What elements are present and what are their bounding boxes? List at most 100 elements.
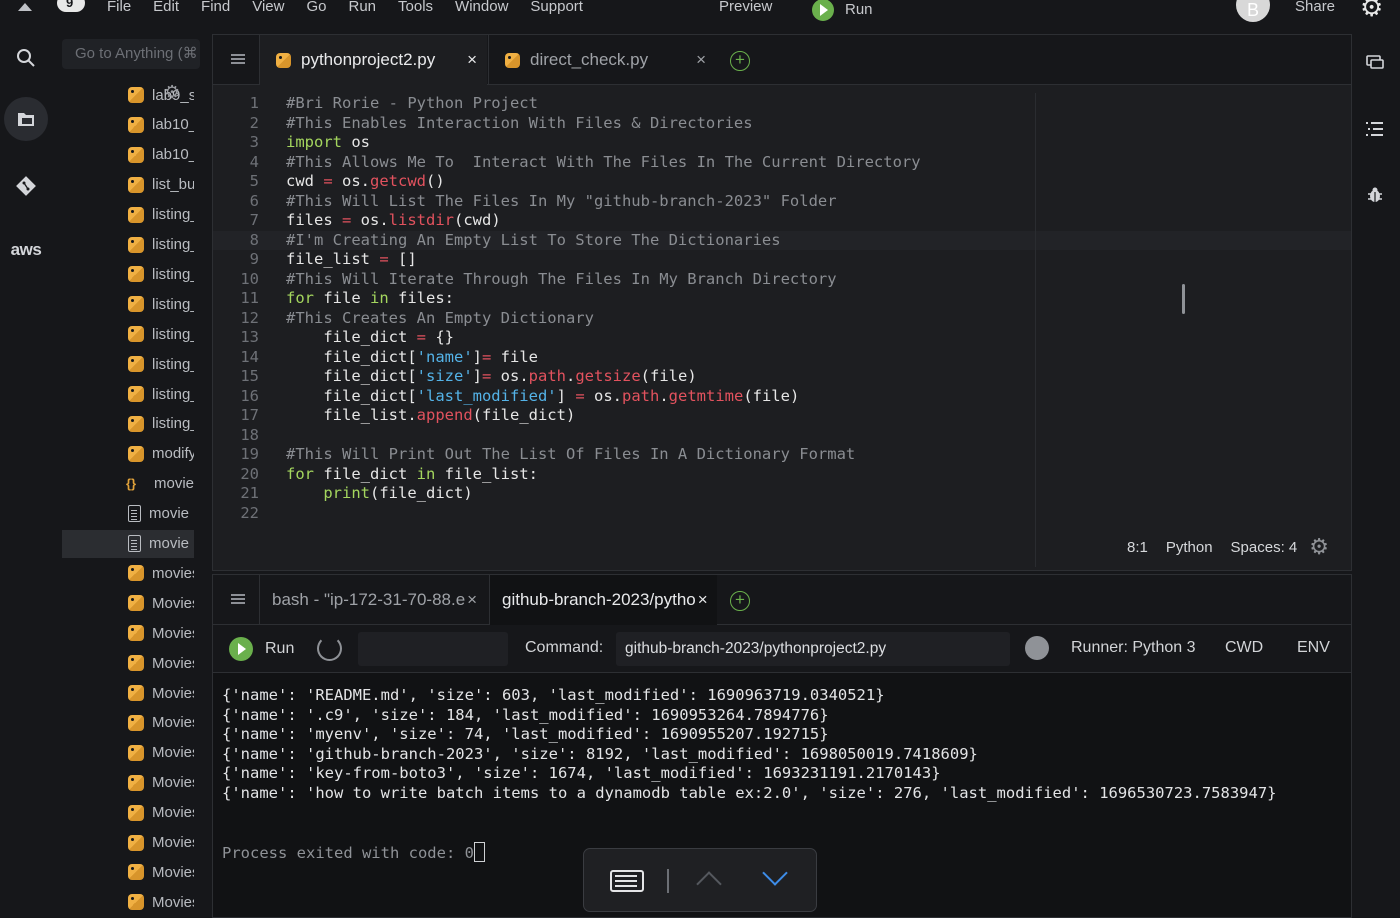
- share-button[interactable]: Share: [1295, 0, 1335, 15]
- tab-direct-check[interactable]: direct_check.py ×: [488, 35, 716, 85]
- go-to-anything-input[interactable]: Go to Anything (⌘: [62, 39, 200, 69]
- code-text[interactable]: #This Allows Me To Interact With The Fil…: [286, 153, 921, 171]
- keyboard-icon[interactable]: [610, 870, 644, 892]
- code-text[interactable]: for file in files:: [286, 289, 454, 307]
- line-number[interactable]: 10: [213, 270, 259, 288]
- code-line[interactable]: 7 files = os.listdir(cwd): [213, 211, 1351, 231]
- line-number[interactable]: 20: [213, 465, 259, 483]
- menu-find[interactable]: Find: [201, 0, 230, 15]
- code-line[interactable]: 4 #This Allows Me To Interact With The Fi…: [213, 153, 1351, 173]
- tree-item[interactable]: listing_: [62, 350, 194, 378]
- code-text[interactable]: cwd = os.getcwd(): [286, 172, 445, 190]
- code-text[interactable]: for file_dict in file_list:: [286, 465, 538, 483]
- code-line[interactable]: 18: [213, 426, 1351, 446]
- tree-item[interactable]: listing_: [62, 290, 194, 318]
- code-line[interactable]: 22: [213, 504, 1351, 524]
- code-text[interactable]: files = os.listdir(cwd): [286, 211, 501, 229]
- code-line[interactable]: 20 for file_dict in file_list:: [213, 465, 1351, 485]
- code-line[interactable]: 3 import os: [213, 133, 1351, 153]
- menu-window[interactable]: Window: [455, 0, 508, 15]
- tab-run-output[interactable]: github-branch-2023/pytho ×: [489, 575, 717, 625]
- code-line[interactable]: 10 #This Will Iterate Through The Files I…: [213, 270, 1351, 290]
- code-line[interactable]: 9 file_list = []: [213, 250, 1351, 270]
- line-number[interactable]: 6: [213, 192, 259, 210]
- chevron-down-icon[interactable]: [762, 860, 788, 886]
- cwd-button[interactable]: CWD: [1225, 639, 1263, 657]
- editor-scrollbar[interactable]: [1182, 284, 1185, 314]
- line-number[interactable]: 15: [213, 367, 259, 385]
- code-text[interactable]: #This Will Print Out The List Of Files I…: [286, 445, 855, 463]
- menu-run[interactable]: Run: [348, 0, 376, 15]
- tree-item[interactable]: movies: [62, 559, 194, 587]
- code-line[interactable]: 8 #I'm Creating An Empty List To Store Th…: [213, 230, 1351, 250]
- tree-item[interactable]: Movies: [62, 709, 194, 737]
- close-icon[interactable]: ×: [696, 50, 706, 70]
- line-number[interactable]: 7: [213, 211, 259, 229]
- line-number[interactable]: 14: [213, 348, 259, 366]
- line-number[interactable]: 16: [213, 387, 259, 405]
- chevron-up-icon[interactable]: [696, 871, 722, 897]
- cloud9-logo-icon[interactable]: 9: [57, 0, 85, 12]
- add-terminal-tab-icon[interactable]: +: [730, 591, 750, 611]
- tree-item[interactable]: listing_: [62, 231, 194, 259]
- aws-icon[interactable]: aws: [4, 228, 48, 272]
- add-tab-icon[interactable]: +: [730, 51, 750, 71]
- tab-menu-icon[interactable]: [231, 54, 245, 64]
- close-icon[interactable]: ×: [698, 590, 708, 610]
- line-number[interactable]: 12: [213, 309, 259, 327]
- tree-item[interactable]: Movies: [62, 679, 194, 707]
- code-text[interactable]: file_dict['size']= os.path.getsize(file): [286, 367, 696, 385]
- close-icon[interactable]: ×: [467, 590, 477, 610]
- search-icon[interactable]: [4, 36, 48, 80]
- tree-item[interactable]: Movies: [62, 649, 194, 677]
- tree-item[interactable]: Movies: [62, 888, 194, 916]
- line-number[interactable]: 13: [213, 328, 259, 346]
- tree-item[interactable]: listing_: [62, 260, 194, 288]
- code-text[interactable]: file_list = []: [286, 250, 417, 268]
- tree-item[interactable]: modify: [62, 440, 194, 468]
- editor-settings-gear-icon[interactable]: ⚙: [1309, 534, 1329, 560]
- debug-icon[interactable]: [1025, 636, 1049, 660]
- run-config-name-input[interactable]: [358, 632, 508, 666]
- line-number[interactable]: 1: [213, 94, 259, 112]
- line-number[interactable]: 22: [213, 504, 259, 522]
- collapse-caret-icon[interactable]: [18, 3, 32, 11]
- code-line[interactable]: 2 #This Enables Interaction With Files & …: [213, 114, 1351, 134]
- command-input[interactable]: [616, 632, 1010, 666]
- code-text[interactable]: file_dict['name']= file: [286, 348, 538, 366]
- code-text[interactable]: #This Creates An Empty Dictionary: [286, 309, 594, 327]
- outline-icon[interactable]: [1364, 120, 1386, 142]
- runner-select[interactable]: Runner: Python 3: [1071, 639, 1196, 657]
- code-text[interactable]: file_list.append(file_dict): [286, 406, 575, 424]
- files-icon[interactable]: [4, 97, 48, 141]
- tab-menu-icon[interactable]: [231, 594, 245, 604]
- menu-go[interactable]: Go: [306, 0, 326, 15]
- code-text[interactable]: import os: [286, 133, 370, 151]
- menu-support[interactable]: Support: [530, 0, 583, 15]
- code-text[interactable]: #This Enables Interaction With Files & D…: [286, 114, 753, 132]
- tree-item[interactable]: listing_: [62, 320, 194, 348]
- code-text[interactable]: #This Will List The Files In My "github-…: [286, 192, 837, 210]
- tree-item[interactable]: Movies: [62, 858, 194, 886]
- indent-setting[interactable]: Spaces: 4: [1231, 539, 1298, 556]
- line-number[interactable]: 3: [213, 133, 259, 151]
- tree-item[interactable]: Movies: [62, 769, 194, 797]
- env-button[interactable]: ENV: [1297, 639, 1330, 657]
- menu-tools[interactable]: Tools: [398, 0, 433, 15]
- code-line[interactable]: 13 file_dict = {}: [213, 328, 1351, 348]
- tree-item[interactable]: Movies: [62, 619, 194, 647]
- line-number[interactable]: 21: [213, 484, 259, 502]
- tree-item[interactable]: listing_: [62, 410, 194, 438]
- tree-item[interactable]: movie: [62, 529, 194, 558]
- code-line[interactable]: 17 file_list.append(file_dict): [213, 406, 1351, 426]
- tree-item[interactable]: lab10_: [62, 141, 194, 169]
- language-mode[interactable]: Python: [1166, 539, 1213, 556]
- run-button[interactable]: Run: [229, 637, 294, 661]
- code-text[interactable]: file_dict = {}: [286, 328, 454, 346]
- menu-view[interactable]: View: [252, 0, 284, 15]
- gear-icon[interactable]: ⚙: [1360, 0, 1383, 23]
- line-number[interactable]: 4: [213, 153, 259, 171]
- line-number[interactable]: 18: [213, 426, 259, 444]
- tree-item[interactable]: Movies: [62, 589, 194, 617]
- code-line[interactable]: 21 print(file_dict): [213, 484, 1351, 504]
